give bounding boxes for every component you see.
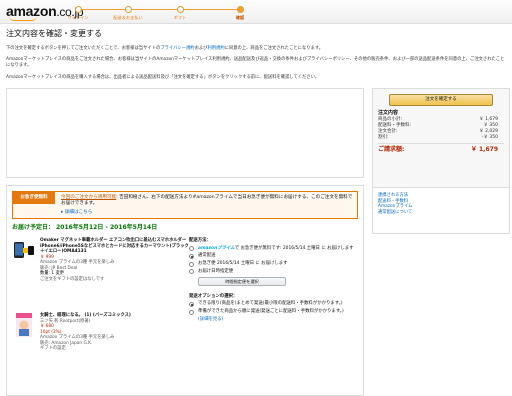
radio-icon[interactable] — [189, 261, 194, 267]
help-links: 連携される方法 配送料・手数料 Amazonプライム 通常配送について — [372, 188, 510, 234]
payment-address-box — [6, 88, 364, 178]
summary-row: 割引: -￥ 350 — [378, 135, 498, 141]
intro-shipping-note: Amazonマーケットプレイスの商品を購入する場合は、出品者による送品配送料及び… — [6, 75, 320, 80]
promo-badge: お急ぎ便無料 — [13, 192, 55, 204]
step-confirm: 確認 — [220, 4, 260, 20]
product-info: Omaker マグネット車載ホルダー エアコン吹出口に差込むスマホホルダー iP… — [40, 238, 192, 283]
terms-link[interactable]: 利用規約 — [207, 46, 224, 51]
radio-selected-icon[interactable] — [189, 253, 194, 259]
radio-icon[interactable] — [189, 246, 194, 252]
order-summary: 注文を確定する 注文内容 商品の小計: ￥ 1,679 配送料・手数料: ￥ 350… — [372, 88, 510, 188]
radio-selected-icon[interactable] — [189, 301, 194, 307]
shipping-option-scheduled[interactable]: お届け日時指定便 — [189, 269, 359, 275]
step-dot-icon — [74, 6, 82, 13]
promo-details-link[interactable]: ▸ 詳細はこちら — [61, 210, 92, 216]
smile-icon — [9, 16, 37, 21]
shipping-options-title: 配送方法： — [189, 238, 211, 243]
radio-icon[interactable] — [189, 309, 194, 315]
intro-marketplace: Amazonマーケットプレイスの商品をご注文された場合、お客様は当サイトのAma… — [6, 57, 505, 68]
prime-promo: お急ぎ便無料 今回のご注文から適用可能: 吉田和樹さん、右下の配送方法より#am… — [12, 191, 358, 219]
page-title: 注文内容を確認・変更する — [6, 29, 102, 38]
product-info: 女騎士、経理になる。 (1) (バーズコミックス) 三ツ矢 彰 Rootport… — [40, 313, 192, 352]
dispatch-option-together[interactable]: できる限り(商品を)まとめて発送(最小限の配送料・手数料がかかります。) — [189, 301, 359, 307]
shipment-box: お急ぎ便無料 今回のご注文から適用可能: 吉田和樹さん、右下の配送方法より#am… — [6, 185, 364, 396]
line-item: Omaker マグネット車載ホルダー エアコン吹出口に差込むスマホホルダー iP… — [12, 238, 192, 300]
intro-terms: 下の注文を確定するボタンを押してご注文いただくことで、お客様は当サイトのプライバ… — [6, 46, 324, 51]
product-image[interactable] — [12, 238, 36, 262]
divider — [378, 143, 504, 145]
radio-icon[interactable] — [189, 269, 194, 275]
step-dot-icon — [236, 6, 244, 13]
delivery-estimate: お届け予定日： 2016年5月12日 - 2016年5月14日 — [12, 224, 158, 231]
privacy-link[interactable]: プライバシー規約 — [160, 46, 194, 51]
help-link[interactable]: 通常配送について — [378, 210, 504, 216]
shipping-option-standard[interactable]: 通常配送 — [189, 253, 359, 259]
shipping-options: 配送方法： amazonプライムで お急ぎ便が無料です: 2016/5/14 土… — [189, 238, 359, 322]
step-dot-icon — [176, 6, 184, 13]
step-shipping-payment: 配送＆お支払い — [108, 4, 148, 20]
promo-text: 今回のご注文から適用可能: 吉田和樹さん、右下の配送方法より#amazonプライ… — [61, 195, 353, 206]
step-signin: サインイン — [58, 4, 98, 20]
line-item: 女騎士、経理になる。 (1) (バーズコミックス) 三ツ矢 彰 Rootport… — [12, 313, 192, 379]
product-name[interactable]: Omaker マグネット車載ホルダー エアコン吹出口に差込むスマホホルダー iP… — [40, 238, 192, 255]
book-cover-image[interactable] — [12, 313, 36, 337]
summary-total: ご請求額: ￥ 1,679 — [378, 146, 498, 154]
step-dot-icon — [124, 6, 132, 13]
shipping-option-express[interactable]: お急ぎ便 2016/5/14 土曜日 に お届けします — [189, 261, 359, 267]
details-link[interactable]: (詳細を見る) — [189, 317, 359, 323]
checkout-progress: サインイン 配送＆お支払い ギフト 確認 — [68, 4, 260, 22]
step-gift: ギフト — [160, 4, 200, 20]
place-order-button[interactable]: 注文を確定する — [389, 94, 493, 106]
progress-bar — [78, 9, 240, 10]
checkout-header: amazon.co.jp サインイン 配送＆お支払い ギフト 確認 — [0, 0, 512, 24]
dispatch-options-title: 発送オプションの選択： — [189, 293, 238, 299]
gift-note: ご注文をギフトの設定はなしです — [40, 277, 105, 283]
gift-note[interactable]: ギフトの設定 — [40, 346, 192, 352]
select-time-button[interactable]: 時間指定便を選択 — [198, 276, 286, 286]
dispatch-option-separate[interactable]: 準備ができた商品から順に発送(発送ごとに配送料・手数料がかかります。) — [189, 309, 359, 315]
promo-link[interactable]: 今回のご注文から適用可能 — [61, 195, 116, 200]
shipping-option-prime[interactable]: amazonプライムで お急ぎ便が無料です: 2016/5/14 土曜日 に お… — [189, 246, 359, 252]
